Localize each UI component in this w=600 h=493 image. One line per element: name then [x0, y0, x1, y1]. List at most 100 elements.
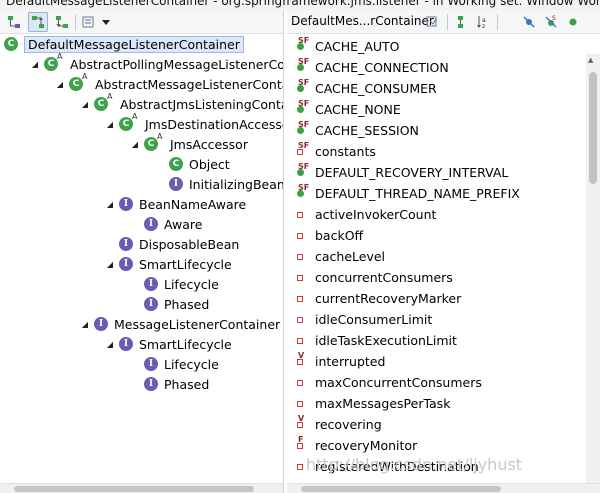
private-field-icon [295, 315, 305, 325]
modifier-badge: SF [298, 77, 310, 87]
member-item[interactable]: SF CACHE_CONSUMER [295, 78, 437, 99]
interface-icon: I [119, 237, 133, 251]
collapse-icon[interactable]: ◢ [79, 320, 91, 329]
tree-node-label: AbstractJmsListeningContainer [120, 96, 283, 112]
collapse-icon[interactable]: ◢ [104, 200, 116, 209]
member-label: constants [315, 144, 376, 159]
scroll-up-icon[interactable]: ▲ [588, 56, 593, 64]
collapse-icon[interactable]: ◢ [29, 60, 41, 69]
member-label: maxMessagesPerTask [315, 396, 451, 411]
tree-node[interactable]: I DisposableBean [104, 234, 239, 254]
window-title-bar: DefaultMessageListenerContainer - org.sp… [0, 0, 600, 10]
layout-menu-icon[interactable] [78, 12, 98, 32]
member-item[interactable]: cacheLevel [295, 246, 385, 267]
member-label: CACHE_CONSUMER [315, 81, 437, 96]
collapse-icon[interactable]: ◢ [54, 80, 66, 89]
type-hierarchy-icon[interactable] [4, 12, 24, 32]
members-vertical-scrollbar[interactable]: ▲ [586, 54, 600, 489]
scrollbar-thumb[interactable] [14, 486, 254, 492]
tree-node-label: MessageListenerContainer [114, 316, 281, 332]
subtype-hierarchy-icon[interactable] [52, 12, 72, 32]
member-item[interactable]: backOff [295, 225, 363, 246]
private-field-icon [295, 336, 305, 346]
scrollbar-thumb[interactable] [301, 486, 501, 492]
tree-node[interactable]: I Phased [129, 374, 209, 394]
member-item[interactable]: SF CACHE_AUTO [295, 36, 400, 57]
member-item[interactable]: SF DEFAULT_THREAD_NAME_PREFIX [295, 183, 520, 204]
scrollbar-thumb[interactable] [589, 72, 597, 184]
member-label: interrupted [315, 354, 386, 369]
interface-icon: I [169, 177, 183, 191]
collapse-icon[interactable]: ◢ [104, 340, 116, 349]
supertype-hierarchy-icon[interactable] [28, 12, 48, 32]
tree-node-label: Object [189, 156, 230, 172]
member-label: DEFAULT_THREAD_NAME_PREFIX [315, 186, 520, 201]
tree-node[interactable]: I Lifecycle [129, 274, 219, 294]
public-field-icon: SF [295, 162, 309, 178]
member-item[interactable]: SF DEFAULT_RECOVERY_INTERVAL [295, 162, 508, 183]
class-icon: CA [44, 52, 62, 71]
tree-node[interactable]: C DefaultMessageListenerContainer [4, 34, 244, 54]
hide-fields-icon[interactable] [519, 12, 539, 32]
tree-node[interactable]: ◢CA AbstractPollingMessageListenerContair [29, 52, 283, 74]
class-icon: C [4, 37, 18, 51]
hide-static-icon[interactable]: S [541, 12, 561, 32]
modifier-badge: SF [298, 35, 310, 45]
collapse-icon[interactable]: ◢ [79, 100, 91, 109]
hide-non-public-icon[interactable] [563, 12, 583, 32]
member-item[interactable]: maxMessagesPerTask [295, 393, 450, 414]
tree-node-label: DisposableBean [139, 236, 240, 252]
view-menu-icon[interactable] [96, 12, 116, 32]
lock-view-icon[interactable] [422, 12, 442, 32]
members-horizontal-scrollbar[interactable] [287, 483, 600, 493]
member-label: CACHE_CONNECTION [315, 60, 449, 75]
tree-node[interactable]: I Phased [129, 294, 209, 314]
public-field-icon: SF [295, 57, 309, 73]
tree-node[interactable]: I Lifecycle [129, 354, 219, 374]
tree-node[interactable]: ◢ I BeanNameAware [104, 194, 246, 214]
hierarchy-toolbar [0, 10, 283, 34]
modifier-badge: A [107, 92, 113, 101]
modifier-badge: A [157, 132, 163, 141]
collapse-icon[interactable]: ◢ [129, 140, 141, 149]
member-item[interactable]: SF CACHE_NONE [295, 99, 401, 120]
modifier-badge: SF [298, 98, 310, 108]
hierarchy-horizontal-scrollbar[interactable] [0, 483, 283, 493]
tree-node[interactable]: ◢ I SmartLifecycle [104, 254, 232, 274]
member-item[interactable]: idleConsumerLimit [295, 309, 432, 330]
tree-node-label: SmartLifecycle [139, 336, 232, 352]
tree-node[interactable]: C Object [154, 154, 230, 174]
member-item[interactable]: activeInvokerCount [295, 204, 436, 225]
tree-node[interactable]: ◢ C A JmsDestinationAccessor [104, 112, 284, 134]
member-item[interactable]: Vinterrupted [295, 351, 385, 372]
member-item[interactable]: idleTaskExecutionLimit [295, 330, 457, 351]
collapse-icon[interactable]: ◢ [104, 120, 116, 129]
private-field-icon [295, 462, 305, 472]
private-field-icon [295, 399, 305, 409]
sort-members-icon[interactable]: az [473, 12, 493, 32]
member-item[interactable]: Vrecovering [295, 414, 382, 435]
show-inherited-members-icon[interactable] [451, 12, 471, 32]
collapse-icon[interactable]: ◢ [104, 260, 116, 269]
tree-node[interactable]: I Aware [129, 214, 202, 234]
member-item[interactable]: FrecoveryMonitor [295, 435, 417, 456]
tree-node-label: JmsDestinationAccessor [145, 116, 284, 132]
svg-text:S: S [552, 15, 556, 22]
tree-node[interactable]: ◢CA AbstractMessageListenerContainer [54, 72, 283, 94]
member-label: CACHE_NONE [315, 102, 401, 117]
member-item[interactable]: maxConcurrentConsumers [295, 372, 482, 393]
tree-node[interactable]: ◢ I MessageListenerContainer [79, 314, 280, 334]
member-item[interactable]: SF CACHE_CONNECTION [295, 57, 449, 78]
member-item[interactable]: SF CACHE_SESSION [295, 120, 419, 141]
tree-node[interactable]: ◢ I SmartLifecycle [104, 334, 232, 354]
tree-node[interactable]: ◢ C A JmsAccessor [129, 132, 248, 154]
member-item[interactable]: concurrentConsumers [295, 267, 453, 288]
member-item[interactable]: currentRecoveryMarker [295, 288, 461, 309]
tree-node[interactable]: I InitializingBean [154, 174, 283, 194]
member-item[interactable]: SF constants [295, 141, 376, 162]
tree-node-label: JmsAccessor [170, 136, 248, 152]
private-field-icon [295, 231, 305, 241]
tree-node[interactable]: ◢CA AbstractJmsListeningContainer [79, 92, 283, 114]
type-hierarchy-pane: C DefaultMessageListenerContainer ◢ C A Abstr… [0, 10, 284, 493]
private-field-icon [295, 252, 305, 262]
